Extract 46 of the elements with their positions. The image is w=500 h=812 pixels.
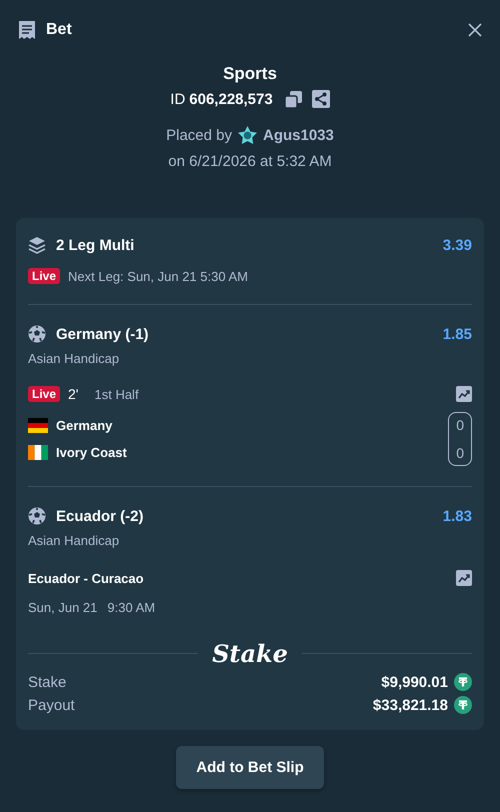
stats-chart-icon[interactable] <box>456 570 472 586</box>
brand-logo: Stake <box>212 639 288 668</box>
layers-icon <box>28 236 46 254</box>
team-score: 0 <box>456 417 464 433</box>
multi-title: 2 Leg Multi <box>56 236 134 254</box>
odds: 3.39 <box>442 236 472 254</box>
team-name: Ivory Coast <box>56 445 127 460</box>
match-time: 9:30 AM <box>107 600 156 615</box>
stats-chart-icon[interactable] <box>456 386 472 402</box>
odds: 1.83 <box>442 508 472 524</box>
match-date: Sun, Jun 21 <box>28 600 98 615</box>
tether-coin-icon <box>454 696 472 714</box>
bet-category: Sports <box>223 64 277 84</box>
amount: $9,990.01 <box>381 674 448 690</box>
amount: $33,821.18 <box>372 696 448 714</box>
fixture-name: Ecuador - Curacao <box>28 570 144 586</box>
team-score: 0 <box>456 445 464 461</box>
share-icon[interactable] <box>312 90 330 108</box>
selection-name: Germany (-1) <box>56 326 149 342</box>
dialog-title: Bet <box>46 21 72 39</box>
add-to-bet-slip-button[interactable]: Add to Bet Slip <box>176 746 324 789</box>
total-label: Stake <box>28 674 66 690</box>
market-name: Asian Handicap <box>28 533 120 548</box>
live-badge: Live <box>28 268 60 284</box>
id-label: ID <box>170 90 186 108</box>
username[interactable]: Agus1033 <box>263 126 334 144</box>
placed-date: on 6/21/2026 at 5:32 AM <box>168 153 332 170</box>
soccer-ball-icon <box>28 507 46 525</box>
match-minute: 2' <box>68 386 78 402</box>
market-name: Asian Handicap <box>28 351 120 366</box>
odds: 1.85 <box>442 326 472 342</box>
ticket-icon <box>18 20 36 40</box>
vip-star-icon <box>238 126 257 144</box>
next-leg-time: Next Leg: Sun, Jun 21 5:30 AM <box>68 268 248 284</box>
copy-icon[interactable] <box>284 90 302 108</box>
match-period: 1st Half <box>94 386 139 402</box>
selection-name: Ecuador (-2) <box>56 508 144 524</box>
flag-icon <box>28 445 48 460</box>
flag-icon <box>28 418 48 433</box>
soccer-ball-icon <box>28 325 46 343</box>
team-name: Germany <box>56 418 112 433</box>
tether-coin-icon <box>454 673 472 691</box>
total-label: Payout <box>28 696 75 714</box>
placed-by-label: Placed by <box>166 126 232 144</box>
bet-id: 606,228,573 <box>189 90 273 108</box>
live-badge: Live <box>28 386 60 402</box>
